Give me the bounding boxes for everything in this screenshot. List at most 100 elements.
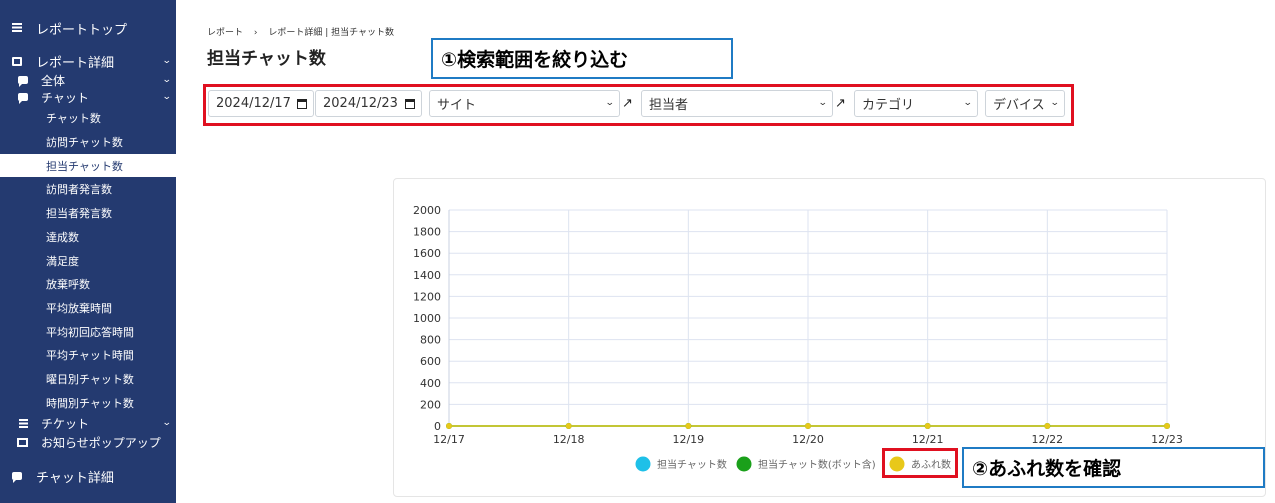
sidebar-item-chat[interactable]: チャット ⌄ [0,89,176,105]
sidebar-subitem-visitor-messages[interactable]: 訪問者発言数 [0,178,176,200]
chat-icon [17,75,29,87]
sidebar-subitem-label: 訪問チャット数 [46,136,123,149]
sidebar-subitem-label: 訪問者発言数 [46,183,112,196]
calendar-icon[interactable] [297,99,307,109]
data-point [805,423,811,429]
chevron-down-icon: ⌄ [162,56,173,66]
dashboard-icon [11,23,23,33]
sidebar-subitem-label: 放棄呼数 [46,278,90,291]
legend-label: 担当チャット数 [657,458,727,471]
sidebar-item-label: チャット [41,90,89,105]
calendar-icon[interactable] [405,99,415,109]
data-point [924,423,931,429]
chevron-down-icon: ⌄ [1050,98,1061,108]
y-tick-label: 400 [420,377,441,390]
date-from-value: 2024/12/17 [216,96,291,111]
data-point [446,423,452,429]
x-tick-label: 12/20 [792,433,824,446]
sidebar-subitem-operator-messages[interactable]: 担当者発言数 [0,202,176,224]
chevron-down-icon: ⌄ [162,418,173,428]
date-to-input[interactable]: 2024/12/23 [315,90,422,117]
sidebar-item-label: チャット詳細 [36,470,114,486]
legend-marker [635,456,651,472]
sidebar-item-label: レポート詳細 [36,55,115,71]
y-tick-label: 1400 [413,269,441,282]
y-tick-label: 0 [434,420,441,433]
sidebar-subitem-label: 平均チャット時間 [46,349,134,362]
sidebar-subitem-satisfaction[interactable]: 満足度 [0,250,176,272]
operator-select-value: 担当者 [649,98,689,113]
sidebar-item-report-top[interactable]: レポートトップ [0,18,176,38]
y-tick-label: 1200 [413,290,441,303]
sidebar-subitem-label: 担当者発言数 [46,207,112,220]
breadcrumb-item-report[interactable]: レポート [207,28,243,38]
date-from-input[interactable]: 2024/12/17 [208,90,314,117]
breadcrumb-separator: › [253,28,258,38]
x-tick-label: 12/17 [433,433,465,446]
sidebar-subitem-label: 担当チャット数 [46,159,123,173]
y-tick-label: 600 [420,355,441,368]
y-tick-label: 200 [420,398,441,411]
legend-label: 担当チャット数(ボット含) [758,458,876,471]
chevron-down-icon: ⌄ [162,92,173,102]
sidebar-item-report-detail[interactable]: レポート詳細 ⌄ [0,51,176,71]
category-select[interactable]: カテゴリ ⌄ [854,90,978,117]
sidebar-item-label: チケット [41,416,90,431]
x-tick-label: 12/22 [1031,433,1063,446]
sidebar-subitem-operator-chat-count[interactable]: 担当チャット数 [0,154,176,177]
x-tick-label: 12/18 [553,433,585,446]
operator-select[interactable]: 担当者 ⌄ [641,90,833,117]
sidebar-item-label: お知らせポップアップ [41,435,161,450]
data-point [1044,423,1051,429]
chevron-down-icon: ⌄ [162,75,173,85]
chevron-down-icon: ⌄ [963,98,974,108]
sidebar-item-popup[interactable]: お知らせポップアップ [0,434,176,450]
sidebar: レポートトップ レポート詳細 ⌄ 全体 ⌄ チャット ⌄ チャット数 訪問チャッ… [0,0,176,503]
y-tick-label: 1600 [413,247,441,260]
date-to-value: 2024/12/23 [323,96,398,111]
y-tick-label: 1800 [413,226,441,239]
sidebar-item-all[interactable]: 全体 ⌄ [0,72,176,88]
report-icon [11,56,23,66]
chevron-down-icon: ⌄ [818,98,829,108]
page-title: 担当チャット数 [207,49,326,69]
sidebar-item-label: 全体 [41,73,66,88]
sidebar-subitem-label: 時間別チャット数 [46,397,134,410]
y-tick-label: 1000 [413,312,441,325]
sidebar-subitem-label: 平均初回応答時間 [46,326,134,339]
sidebar-subitem-avg-first-response[interactable]: 平均初回応答時間 [0,321,176,343]
sidebar-subitem-label: チャット数 [46,112,101,125]
sidebar-subitem-label: 満足度 [46,255,79,268]
chevron-down-icon: ⌄ [605,98,616,108]
sidebar-item-label: レポートトップ [36,22,128,38]
data-point [685,423,692,429]
device-select[interactable]: デバイス ⌄ [985,90,1065,117]
breadcrumb-item-current: レポート詳細 | 担当チャット数 [268,28,395,38]
sidebar-subitem-hourly-chats[interactable]: 時間別チャット数 [0,392,176,414]
sidebar-subitem-achievements[interactable]: 達成数 [0,226,176,248]
site-select[interactable]: サイト ⌄ [429,90,620,117]
sidebar-subitem-abandoned-calls[interactable]: 放棄呼数 [0,273,176,295]
x-tick-label: 12/21 [912,433,944,446]
sidebar-subitem-weekday-chats[interactable]: 曜日別チャット数 [0,368,176,390]
y-tick-label: 2000 [413,204,441,217]
sidebar-item-ticket[interactable]: チケット ⌄ [0,415,176,431]
sidebar-item-chat-detail[interactable]: チャット詳細 [0,466,176,486]
legend-highlight-box [882,448,958,478]
chat-icon [11,471,23,483]
sidebar-subitem-label: 平均放棄時間 [46,302,112,315]
expand-icon[interactable]: ↗ [835,96,846,111]
sidebar-subitem-chat-count[interactable]: チャット数 [0,107,176,129]
sidebar-subitem-avg-chat-time[interactable]: 平均チャット時間 [0,344,176,366]
device-select-value: デバイス [993,98,1045,113]
expand-icon[interactable]: ↗ [622,96,633,111]
x-tick-label: 12/19 [672,433,704,446]
data-point [565,423,572,429]
sidebar-subitem-avg-abandon-time[interactable]: 平均放棄時間 [0,297,176,319]
legend-marker [736,456,752,472]
list-icon [17,418,29,428]
y-tick-label: 800 [420,334,441,347]
sidebar-subitem-visit-chat-count[interactable]: 訪問チャット数 [0,131,176,153]
data-point [1164,423,1170,429]
site-select-value: サイト [437,98,477,113]
